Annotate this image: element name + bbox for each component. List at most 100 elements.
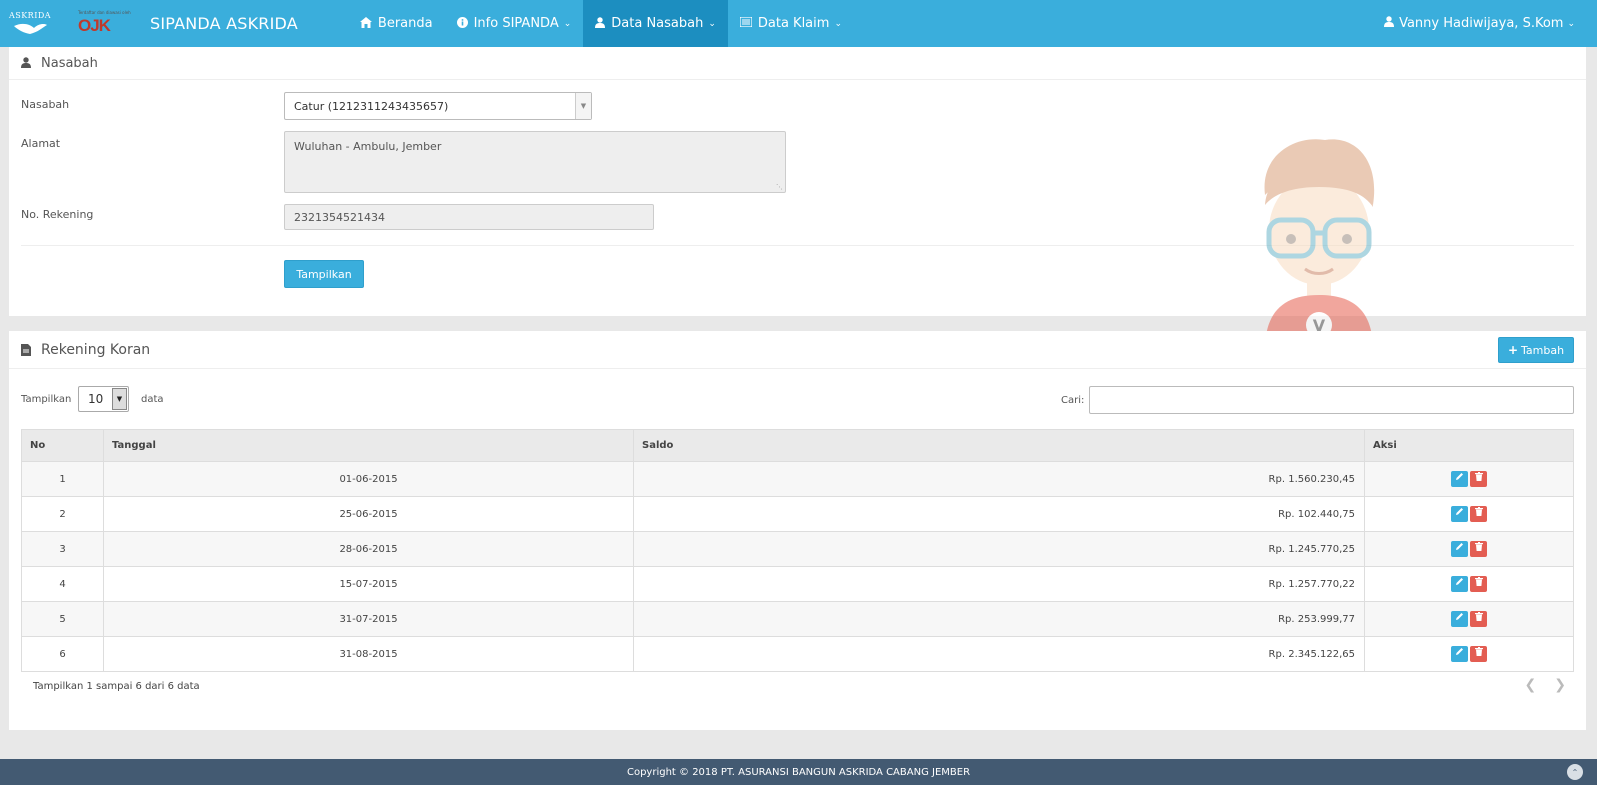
- edit-button[interactable]: [1451, 611, 1468, 627]
- nav-data-nasabah[interactable]: Data Nasabah ⌄: [583, 0, 728, 47]
- page-length-value: 10: [88, 392, 104, 406]
- top-navbar: ASKRIDA Terdaftar dan diawasi oleh OJK S…: [0, 0, 1597, 47]
- user-icon: [1384, 16, 1395, 31]
- search-label: Cari:: [1061, 395, 1085, 406]
- table-row: 2 25-06-2015 Rp. 102.440,75: [21, 496, 1574, 532]
- cell-no: 5: [21, 601, 104, 637]
- user-menu[interactable]: Vanny Hadiwijaya, S.Kom ⌄: [1384, 0, 1575, 47]
- footer: Copyright © 2018 PT. ASURANSI BANGUN ASK…: [0, 759, 1597, 785]
- rekening-field[interactable]: 2321354521434: [284, 204, 654, 230]
- resize-handle-icon[interactable]: ⋱: [776, 183, 783, 191]
- edit-button[interactable]: [1451, 576, 1468, 592]
- prev-page-icon[interactable]: ❮: [1525, 677, 1537, 693]
- rekening-koran-header: Rekening Koran + Tambah: [9, 331, 1586, 369]
- delete-button[interactable]: [1470, 506, 1487, 522]
- cell-aksi: [1364, 636, 1574, 672]
- pencil-icon: [1456, 543, 1463, 550]
- table-row: 5 31-07-2015 Rp. 253.999,77: [21, 601, 1574, 637]
- chevron-up-icon[interactable]: ⌃: [1567, 764, 1583, 780]
- cell-no: 1: [21, 461, 104, 497]
- cell-aksi: [1364, 601, 1574, 637]
- edit-button[interactable]: [1451, 541, 1468, 557]
- trash-icon: [1474, 612, 1483, 621]
- rekening-koran-panel: Rekening Koran + Tambah Tampilkan 10 ▼ d…: [9, 331, 1586, 730]
- page-length-select[interactable]: 10 ▼: [78, 386, 129, 412]
- nav-info-sipanda-label: Info SIPANDA: [473, 16, 559, 31]
- rekening-value: 2321354521434: [294, 210, 385, 224]
- cell-tanggal: 31-08-2015: [103, 636, 634, 672]
- ojk-logo-caption: Terdaftar dan diawasi oleh: [78, 9, 131, 15]
- edit-button[interactable]: [1451, 506, 1468, 522]
- cell-tanggal: 25-06-2015: [103, 496, 634, 532]
- edit-button[interactable]: [1451, 646, 1468, 662]
- rekening-label: No. Rekening: [21, 208, 94, 221]
- delete-button[interactable]: [1470, 541, 1487, 557]
- edit-button[interactable]: [1451, 471, 1468, 487]
- cell-tanggal: 01-06-2015: [103, 461, 634, 497]
- tampilkan-button[interactable]: Tampilkan: [284, 260, 364, 288]
- chevron-down-icon: ⌄: [563, 18, 572, 29]
- cell-aksi: [1364, 461, 1574, 497]
- delete-button[interactable]: [1470, 471, 1487, 487]
- search-input[interactable]: [1089, 386, 1574, 414]
- main-menu: Beranda Info SIPANDA ⌄ Data Nasabah ⌄ Da…: [348, 0, 854, 47]
- cell-no: 3: [21, 531, 104, 567]
- pencil-icon: [1456, 578, 1463, 585]
- cell-saldo: Rp. 1.560.230,45: [633, 461, 1365, 497]
- info-icon: [456, 16, 468, 31]
- alamat-field[interactable]: Wuluhan - Ambulu, Jember ⋱: [284, 131, 786, 193]
- delete-button[interactable]: [1470, 646, 1487, 662]
- trash-icon: [1474, 472, 1483, 481]
- ojk-logo: Terdaftar dan diawasi oleh OJK: [78, 10, 138, 38]
- user-icon: [595, 16, 606, 31]
- column-header-saldo[interactable]: Saldo: [633, 429, 1365, 462]
- askrida-logo-text: ASKRIDA: [8, 11, 52, 20]
- app-title[interactable]: SIPANDA ASKRIDA: [150, 14, 298, 33]
- rekening-koran-title: Rekening Koran: [41, 341, 151, 358]
- tambah-button[interactable]: + Tambah: [1498, 337, 1574, 363]
- table-header-row: No Tanggal Saldo Aksi: [21, 429, 1574, 462]
- nav-data-klaim[interactable]: Data Klaim ⌄: [728, 0, 854, 47]
- cell-no: 4: [21, 566, 104, 602]
- nav-info-sipanda[interactable]: Info SIPANDA ⌄: [445, 0, 584, 47]
- next-page-icon[interactable]: ❯: [1554, 677, 1566, 693]
- brand-logos: ASKRIDA Terdaftar dan diawasi oleh OJK S…: [0, 0, 298, 47]
- cell-tanggal: 31-07-2015: [103, 601, 634, 637]
- eagle-icon: [14, 23, 47, 34]
- plus-icon: +: [1507, 343, 1518, 357]
- column-header-no[interactable]: No: [21, 429, 104, 462]
- table-body: 1 01-06-2015 Rp. 1.560.230,45 2 25-06-2015 Rp…: [21, 461, 1574, 672]
- nav-data-nasabah-label: Data Nasabah: [611, 16, 704, 31]
- pencil-icon: [1456, 473, 1463, 480]
- cell-no: 6: [21, 636, 104, 672]
- document-icon: [21, 343, 32, 356]
- trash-icon: [1474, 507, 1483, 516]
- dropdown-arrow-icon[interactable]: ▼: [575, 93, 591, 119]
- nav-beranda-label: Beranda: [377, 16, 433, 31]
- tambah-button-label: Tambah: [1521, 343, 1565, 357]
- nasabah-panel-title: Nasabah: [41, 55, 98, 71]
- chevron-down-icon: ⌄: [834, 18, 842, 29]
- cell-no: 2: [21, 496, 104, 532]
- user-name: Vanny Hadiwijaya, S.Kom: [1399, 16, 1564, 31]
- nasabah-select[interactable]: Catur (1212311243435657) ▼: [284, 92, 592, 120]
- pencil-icon: [1456, 613, 1463, 620]
- length-suffix: data: [141, 394, 164, 405]
- delete-button[interactable]: [1470, 576, 1487, 592]
- cell-saldo: Rp. 102.440,75: [633, 496, 1365, 532]
- column-header-tanggal[interactable]: Tanggal: [103, 429, 634, 462]
- askrida-logo[interactable]: ASKRIDA: [8, 8, 52, 40]
- nav-beranda[interactable]: Beranda: [348, 0, 445, 47]
- pencil-icon: [1456, 508, 1463, 515]
- pagination: ❮ ❯: [1525, 677, 1566, 693]
- copyright-text: Copyright © 2018 PT. ASURANSI BANGUN ASK…: [626, 766, 971, 778]
- dropdown-arrow-icon[interactable]: ▼: [112, 388, 127, 410]
- cell-aksi: [1364, 496, 1574, 532]
- cell-saldo: Rp. 253.999,77: [633, 601, 1365, 637]
- chevron-down-icon: ⌄: [1567, 18, 1575, 29]
- nasabah-label: Nasabah: [21, 98, 70, 111]
- nasabah-panel-header: Nasabah: [9, 47, 1586, 80]
- table-row: 6 31-08-2015 Rp. 2.345.122,65: [21, 636, 1574, 672]
- column-header-aksi: Aksi: [1364, 429, 1574, 462]
- delete-button[interactable]: [1470, 611, 1487, 627]
